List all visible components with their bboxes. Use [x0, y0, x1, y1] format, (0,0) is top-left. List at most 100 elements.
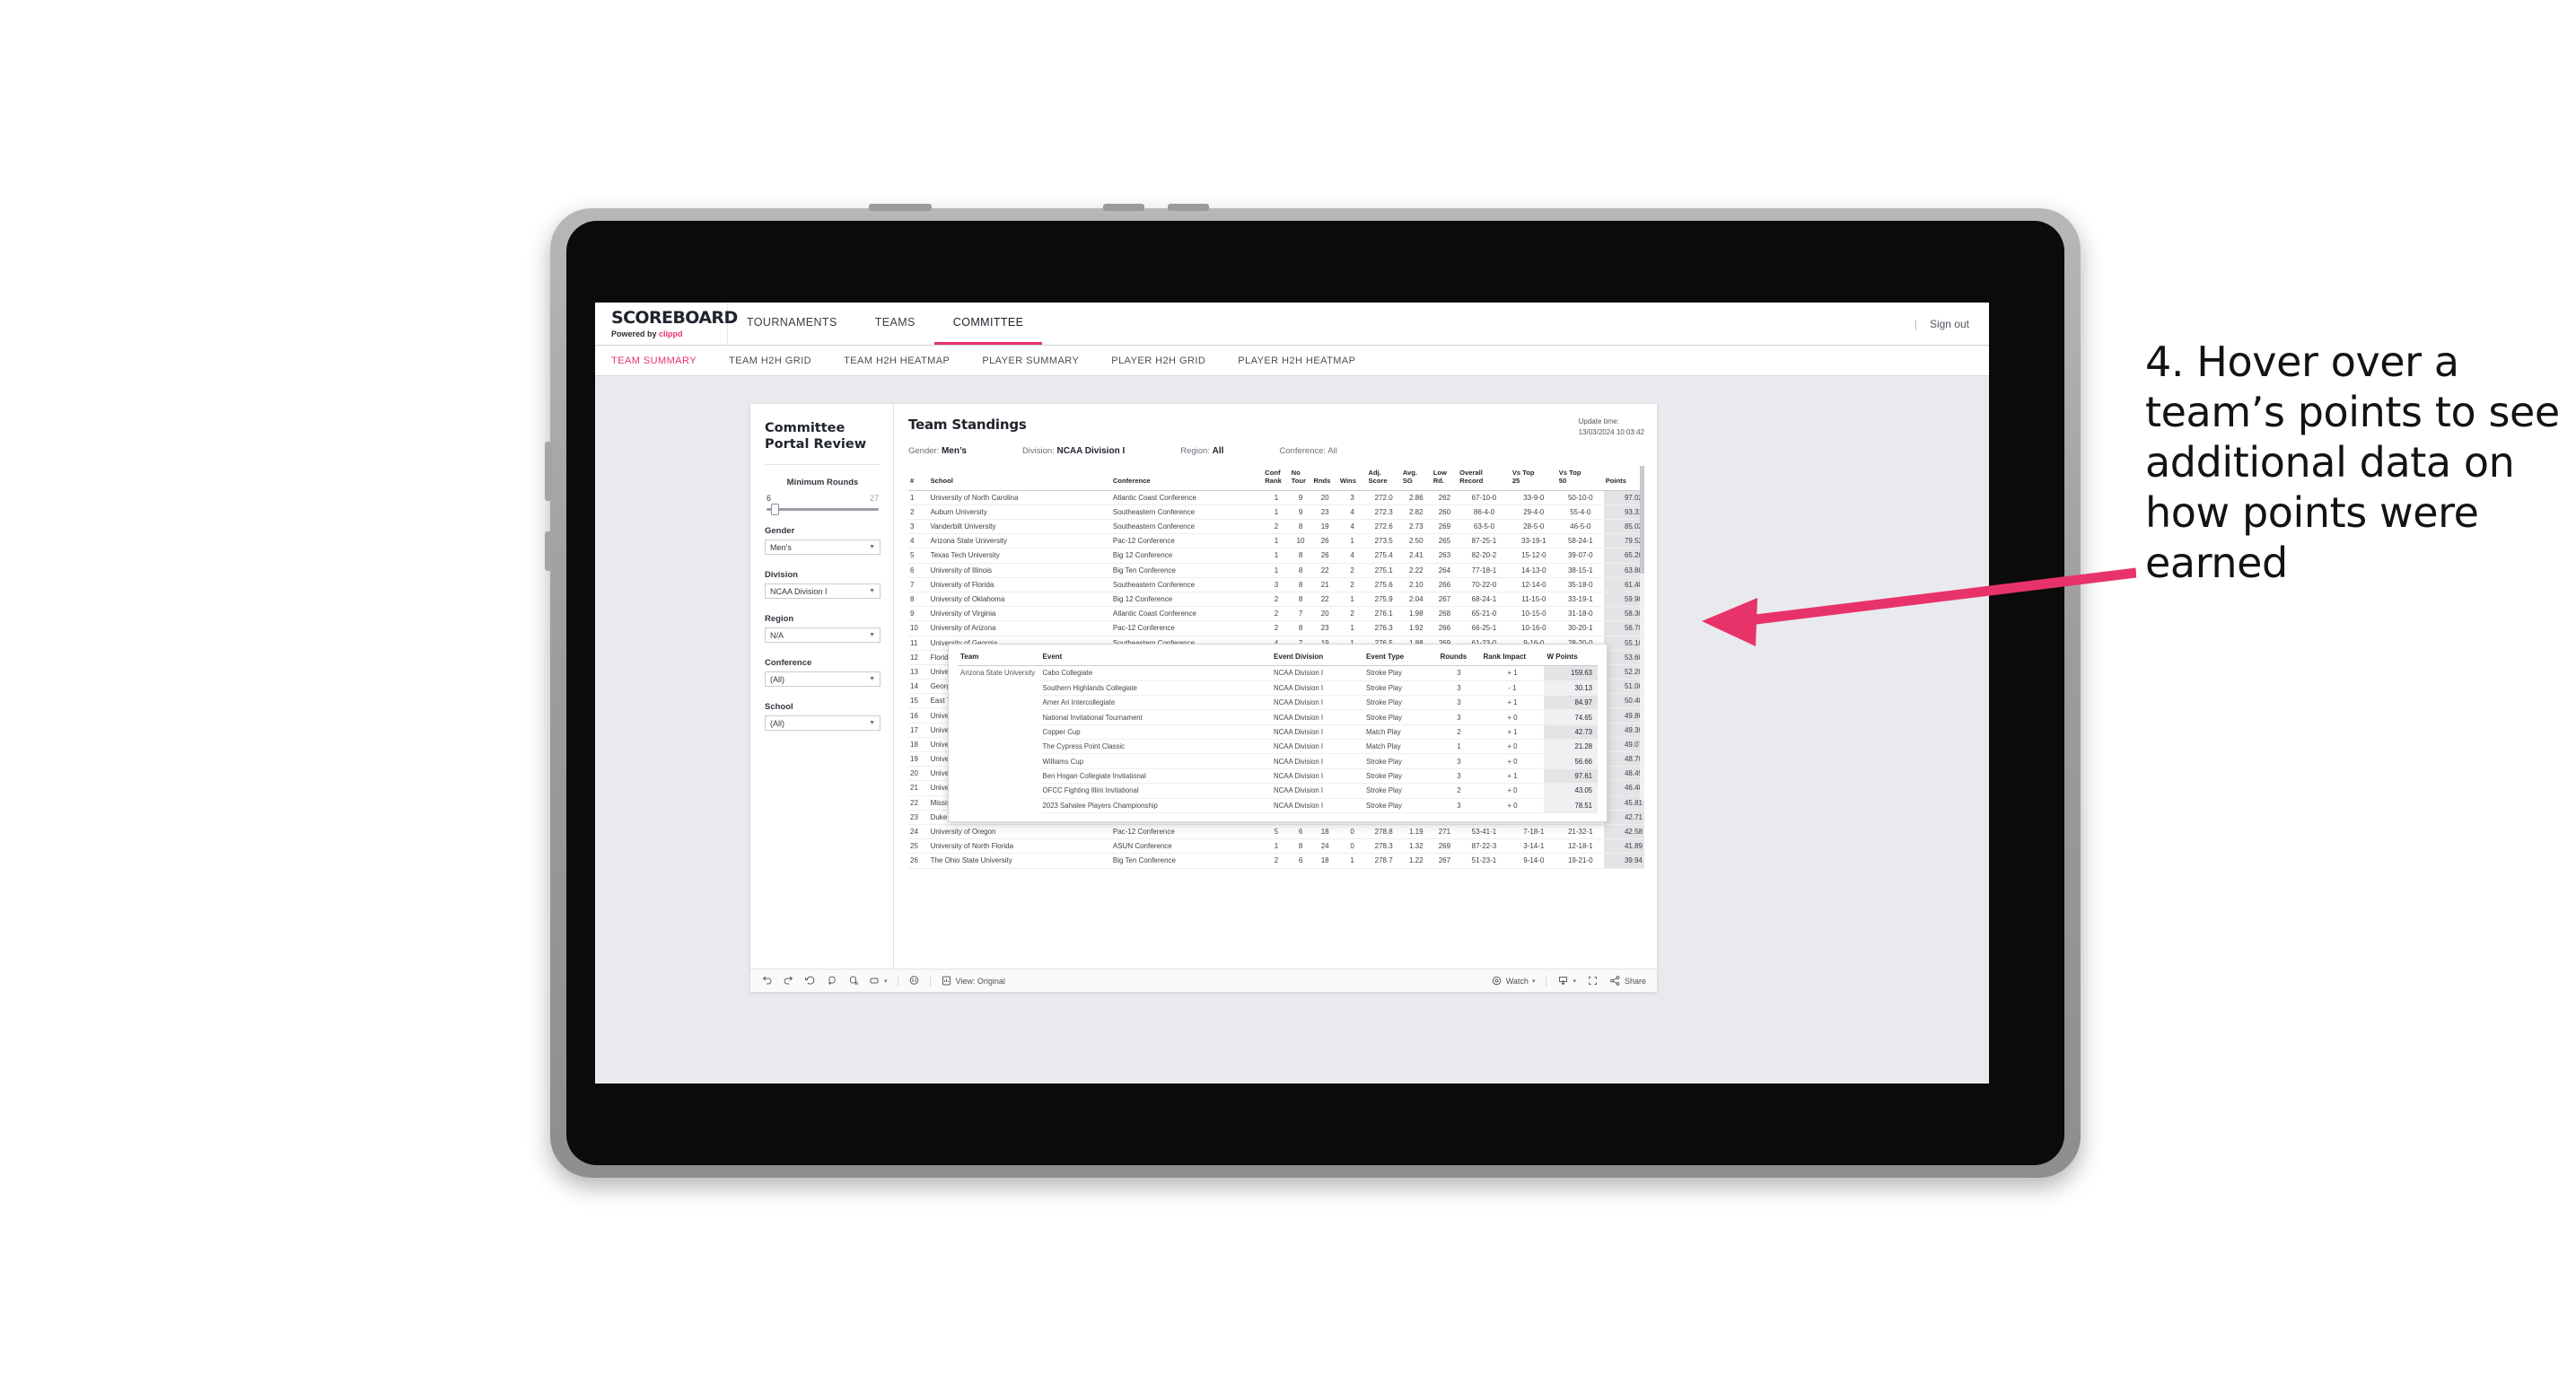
cell-points[interactable]: 49.07	[1603, 737, 1644, 753]
share-button[interactable]: Share	[1609, 975, 1646, 987]
cell-points[interactable]: 39.94	[1603, 853, 1644, 869]
cell-points[interactable]: 49.30	[1603, 723, 1644, 738]
cell-points[interactable]: 48.70	[1603, 751, 1644, 768]
table-row[interactable]: 6 University of Illinois Big Ten Conferenc…	[908, 563, 1644, 578]
cell-adj-score: 275.9	[1366, 592, 1401, 608]
cell-points[interactable]: 42.58	[1603, 824, 1644, 840]
tooltip-cell-event-type: Stroke Play	[1363, 768, 1438, 785]
minimum-rounds-slider[interactable]	[767, 504, 879, 516]
table-row[interactable]: 24 University of Oregon Pac-12 Conference 5…	[908, 824, 1644, 840]
table-row[interactable]: 10 University of Arizona Pac-12 Conference…	[908, 620, 1644, 636]
table-row[interactable]: 3 Vanderbilt University Southeastern Confe…	[908, 519, 1644, 535]
undo-icon[interactable]	[761, 975, 773, 987]
power-button[interactable]	[869, 204, 932, 211]
cell-no-tour: 6	[1289, 853, 1312, 869]
cell-points[interactable]: 85.02	[1603, 519, 1644, 535]
nav-tab-tournaments[interactable]: TOURNAMENTS	[728, 303, 856, 345]
nav-tab-committee[interactable]: COMMITTEE	[933, 303, 1043, 345]
cell-points[interactable]: 48.49	[1603, 766, 1644, 782]
th-avg-sg[interactable]: Avg. SG	[1400, 466, 1432, 491]
cell-points[interactable]: 42.71	[1603, 810, 1644, 825]
cell-adj-score: 276.3	[1366, 620, 1401, 636]
th-no-tour[interactable]: No Tour	[1289, 466, 1312, 491]
subtab-team-h2h-grid[interactable]: TEAM H2H GRID	[729, 355, 828, 366]
cell-points[interactable]: 58.30	[1603, 606, 1644, 622]
scrollbar-thumb[interactable]	[1640, 466, 1644, 575]
cell-points[interactable]: 45.81	[1603, 795, 1644, 811]
subtab-team-h2h-heatmap[interactable]: TEAM H2H HEATMAP	[844, 355, 967, 366]
side-button-lower[interactable]	[545, 531, 552, 571]
cell-rank: 25	[908, 838, 929, 855]
volume-down-button[interactable]	[1168, 204, 1209, 211]
cell-points[interactable]: 50.40	[1603, 693, 1644, 709]
table-row[interactable]: 5 Texas Tech University Big 12 Conference 1…	[908, 548, 1644, 564]
th-vs-top-25[interactable]: Vs Top 25	[1510, 466, 1557, 491]
region-filter-select[interactable]: N/A ▼	[765, 627, 881, 644]
cell-points[interactable]: 63.80	[1603, 563, 1644, 578]
subtab-player-h2h-grid[interactable]: PLAYER H2H GRID	[1111, 355, 1222, 366]
pause-auto-update-icon[interactable]	[908, 975, 920, 987]
th-rnds[interactable]: Rnds	[1311, 466, 1338, 491]
signout-link[interactable]: Sign out	[1930, 318, 1969, 330]
table-row[interactable]: 25 University of North Florida ASUN Confer…	[908, 838, 1644, 855]
table-vertical-scrollbar[interactable]	[1640, 466, 1644, 801]
subtab-player-summary[interactable]: PLAYER SUMMARY	[982, 355, 1096, 366]
cell-points[interactable]: 65.20	[1603, 548, 1644, 564]
table-row[interactable]: 26 The Ohio State University Big Ten Confe…	[908, 853, 1644, 869]
watch-icon	[1491, 975, 1503, 987]
th-overall-record[interactable]: Overall Record	[1458, 466, 1511, 491]
th-wins[interactable]: Wins	[1337, 466, 1367, 491]
th-conf-rank[interactable]: Conf Rank	[1263, 466, 1290, 491]
cell-points[interactable]: 79.52	[1603, 533, 1644, 549]
division-filter-select[interactable]: NCAA Division I ▼	[765, 583, 881, 600]
cell-points[interactable]: 56.70	[1603, 620, 1644, 636]
device-layout-dropdown[interactable]: ▾	[869, 975, 888, 987]
cell-points[interactable]: 51.00	[1603, 679, 1644, 695]
subtab-team-summary[interactable]: TEAM SUMMARY	[611, 355, 714, 366]
cell-points[interactable]: 93.31	[1603, 504, 1644, 521]
table-row[interactable]: 7 University of Florida Southeastern Confe…	[908, 577, 1644, 592]
conference-filter-select[interactable]: (All) ▼	[765, 671, 881, 688]
cell-points[interactable]: 52.20	[1603, 664, 1644, 680]
view-original-button[interactable]: View: Original	[941, 975, 1005, 987]
th-school[interactable]: School	[928, 466, 1111, 491]
table-row[interactable]: 2 Auburn University Southeastern Conferenc…	[908, 504, 1644, 521]
cell-points[interactable]: 55.10	[1603, 636, 1644, 651]
table-row[interactable]: 8 University of Oklahoma Big 12 Conference…	[908, 592, 1644, 608]
table-row[interactable]: 4 Arizona State University Pac-12 Conferen…	[908, 533, 1644, 549]
watch-button[interactable]: Watch ▾	[1491, 975, 1536, 987]
th-points[interactable]: Points	[1603, 466, 1644, 491]
th-adj-score[interactable]: Adj. Score	[1366, 466, 1401, 491]
fullscreen-icon[interactable]	[1587, 975, 1599, 987]
table-row[interactable]: 9 University of Virginia Atlantic Coast Co…	[908, 606, 1644, 622]
chevron-down-icon: ▾	[1531, 978, 1536, 985]
cell-points[interactable]: 49.80	[1603, 707, 1644, 724]
cell-points[interactable]: 61.40	[1603, 577, 1644, 592]
subtab-player-h2h-heatmap[interactable]: PLAYER H2H HEATMAP	[1238, 355, 1372, 366]
th-rank[interactable]: #	[908, 466, 929, 491]
cell-points[interactable]: 41.89	[1603, 838, 1644, 855]
side-button-upper[interactable]	[545, 442, 552, 501]
th-conference[interactable]: Conference	[1110, 466, 1264, 491]
table-row[interactable]: 1 University of North Carolina Atlantic Co…	[908, 490, 1644, 505]
th-low-rd[interactable]: Low Rd.	[1431, 466, 1459, 491]
cell-avg-sg: 2.86	[1400, 490, 1432, 505]
tooltip-cell-event-type: Stroke Play	[1363, 783, 1438, 799]
cell-points[interactable]: 59.90	[1603, 592, 1644, 608]
redo-icon[interactable]	[783, 975, 794, 987]
school-filter-select[interactable]: (All) ▼	[765, 715, 881, 732]
nav-tab-teams[interactable]: TEAMS	[856, 303, 934, 345]
minimum-rounds-slider-handle[interactable]	[771, 504, 779, 516]
download-button[interactable]: ▾	[1557, 975, 1576, 987]
cell-points[interactable]: 97.02	[1603, 490, 1644, 505]
gender-filter-select[interactable]: Men’s ▼	[765, 539, 881, 556]
revert-icon[interactable]	[804, 975, 816, 987]
cell-points[interactable]: 46.48	[1603, 780, 1644, 796]
refresh-data-icon[interactable]	[826, 975, 837, 987]
th-vs-top-50[interactable]: Vs Top 50	[1556, 466, 1604, 491]
cell-points[interactable]: 53.60	[1603, 650, 1644, 665]
app-logo[interactable]: SCOREBOARD Powered by clippd	[595, 303, 738, 345]
volume-up-button[interactable]	[1103, 204, 1144, 211]
cell-rank: 6	[908, 563, 929, 578]
pause-refresh-icon[interactable]	[847, 975, 859, 987]
